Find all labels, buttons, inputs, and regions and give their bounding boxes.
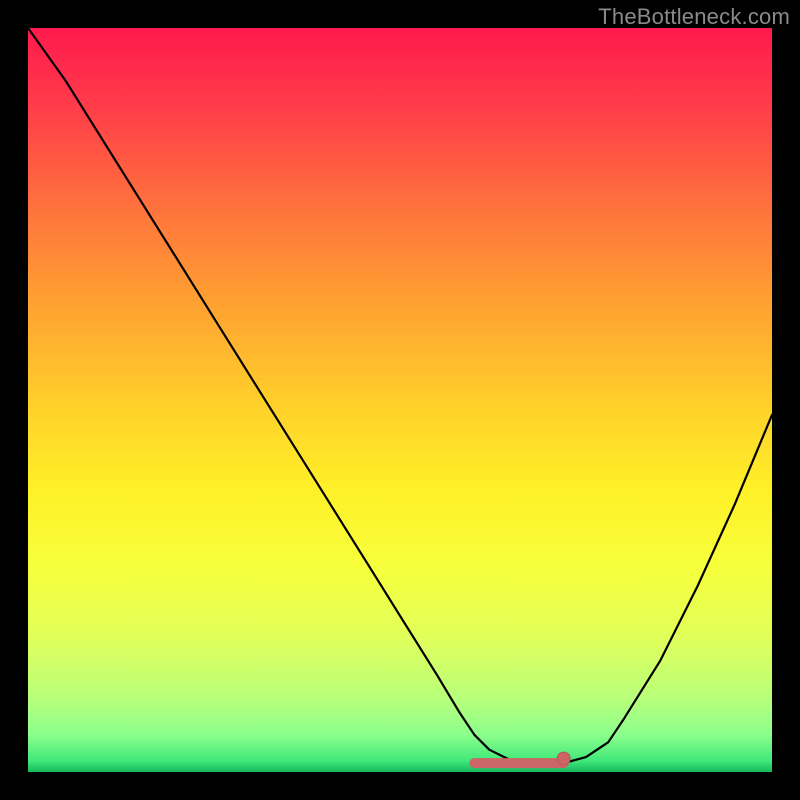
plot-area xyxy=(28,28,772,772)
bottleneck-curve xyxy=(28,28,772,772)
watermark-text: TheBottleneck.com xyxy=(598,4,790,30)
chart-frame: TheBottleneck.com xyxy=(0,0,800,800)
optimal-point-marker xyxy=(557,752,570,765)
